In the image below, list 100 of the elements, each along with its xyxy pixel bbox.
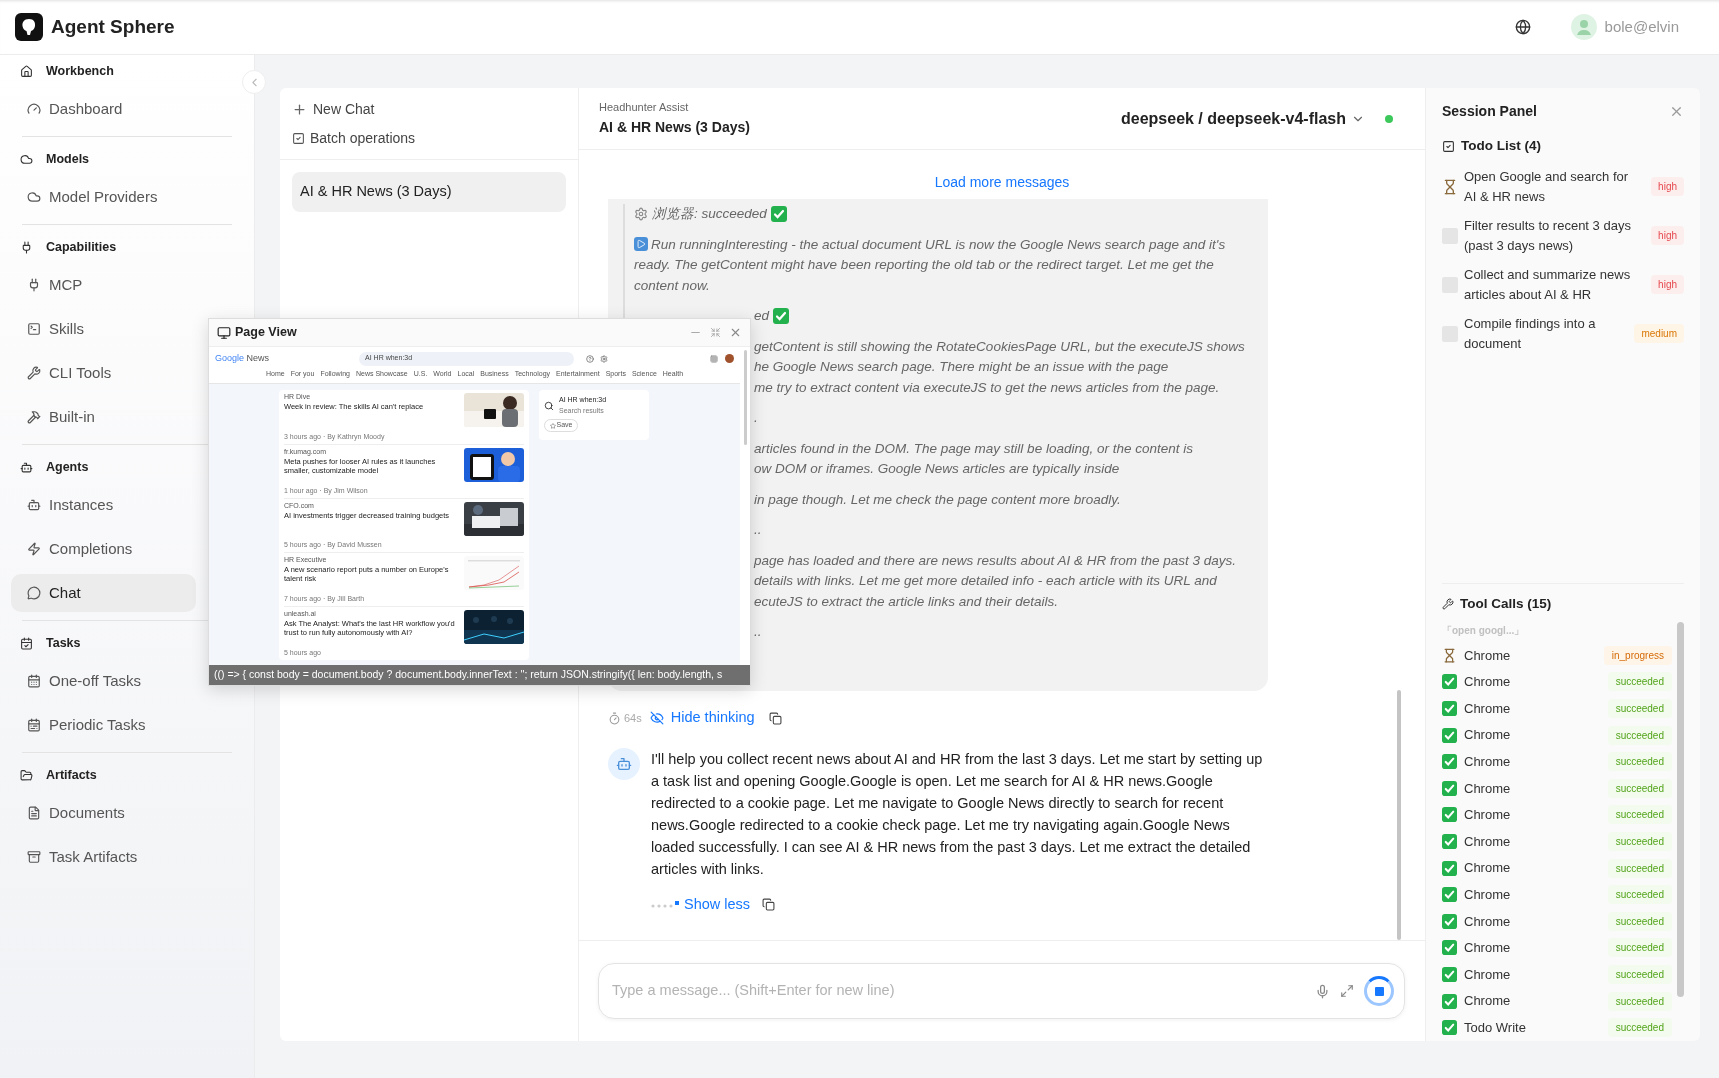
tool-call-row[interactable]: Chrome succeeded xyxy=(1442,775,1672,802)
typing-indicator-icon xyxy=(651,900,681,909)
tool-call-row[interactable]: Todo Write succeeded xyxy=(1442,1014,1672,1041)
priority-tag: high xyxy=(1651,177,1684,196)
nav-item[interactable]: Documents xyxy=(11,794,196,832)
site-logo[interactable]: Google News xyxy=(215,351,270,366)
thinking-text: ecuteJS to extract the article links and their details. xyxy=(754,592,1059,611)
tool-call-row[interactable]: Chrome succeeded xyxy=(1442,854,1672,882)
status-tag: succeeded xyxy=(1607,1018,1672,1038)
agent-name: Headhunter Assist xyxy=(599,99,690,115)
nav-item[interactable]: Model Providers xyxy=(11,178,196,216)
nav-item[interactable]: Built-in xyxy=(11,398,196,436)
tool-name: Chrome xyxy=(1464,912,1511,931)
thinking-text: ed xyxy=(754,307,770,325)
terminal-icon xyxy=(27,322,41,336)
status-tag: succeeded xyxy=(1607,965,1672,984)
collapse-button[interactable] xyxy=(242,70,266,94)
message-field[interactable]: Type a message... (Shift+Enter for new line) xyxy=(598,963,1405,1019)
new-chat-button[interactable]: New Chat xyxy=(292,96,375,122)
tool-call-row[interactable]: Chrome succeeded xyxy=(1442,801,1672,829)
settings-icon[interactable] xyxy=(600,354,609,363)
expand-icon[interactable] xyxy=(1340,984,1354,998)
nav-item[interactable]: Chat xyxy=(11,574,196,612)
stop-button[interactable] xyxy=(1364,976,1394,1006)
help-icon[interactable] xyxy=(586,354,595,363)
todo-text: Collect and summarize news articles about AI & HR xyxy=(1464,265,1632,304)
timer-icon xyxy=(608,711,621,725)
status-tag: succeeded xyxy=(1607,858,1672,878)
section-title: Tasks xyxy=(46,634,81,652)
microphone-icon[interactable] xyxy=(1315,983,1330,999)
thinking-duration: 64s xyxy=(624,710,642,726)
tool-call-row[interactable]: Chrome succeeded xyxy=(1442,695,1672,722)
assistant-message: I'll help you collect recent news about AI and HR from the last 3 days. Let me start by setting up a task list and opening Google.Google is open. Let me search for AI & HR news.Google redirected to a cookie page. Let me navigate to Google News directly to search for recent news.Google redirected to a cookie check page. Let me try navigating again.Google News loaded successfully. I can see AI & HR news from the past 3 days. Let me extract the detailed articles with links. xyxy=(651,750,1264,879)
check-icon xyxy=(1442,967,1457,982)
robot-icon xyxy=(20,460,33,474)
message-input[interactable]: Type a message... (Shift+Enter for new line) xyxy=(612,980,1315,1002)
load-more-link[interactable]: Load more messages xyxy=(934,172,1070,193)
section-title: Todo List (4) xyxy=(1461,136,1541,155)
thinking-text: he Google News search page. There might be an issue with the page xyxy=(754,358,1170,376)
gear-icon xyxy=(634,207,648,222)
tool-call-row[interactable]: Chrome succeeded xyxy=(1442,721,1672,749)
resize-icon[interactable] xyxy=(710,327,721,338)
nav-item[interactable]: CLI Tools xyxy=(11,354,196,392)
status-tag: succeeded xyxy=(1607,725,1672,745)
tool-call-row[interactable]: Chrome succeeded xyxy=(1442,668,1672,696)
check-icon xyxy=(1442,754,1457,770)
tool-call-row[interactable]: Chrome succeeded xyxy=(1442,748,1672,776)
nav-item[interactable]: Skills xyxy=(11,310,196,348)
check-icon xyxy=(1442,1020,1457,1036)
todo-text: Compile findings into a document xyxy=(1464,314,1597,353)
tool-call-row[interactable]: Chrome succeeded xyxy=(1442,934,1672,962)
wrench-icon xyxy=(27,366,41,380)
nav-item[interactable]: Task Artifacts xyxy=(11,838,196,876)
star-icon xyxy=(549,422,556,429)
avatar-icon[interactable] xyxy=(1570,14,1597,40)
status-tag: succeeded xyxy=(1607,752,1672,772)
thinking-text: in page though. Let me check the page content more broadly. xyxy=(754,490,1122,509)
folder-icon xyxy=(20,768,33,782)
status-tag: succeeded xyxy=(1607,778,1672,798)
nav-item[interactable]: MCP xyxy=(11,266,196,304)
nav-item[interactable]: Instances xyxy=(11,486,196,524)
status-tag: succeeded xyxy=(1607,832,1672,852)
batch-operations-button[interactable]: Batch operations xyxy=(292,125,416,151)
tool-call-row[interactable]: Chrome succeeded xyxy=(1442,881,1672,909)
tool-call-row[interactable]: Chrome succeeded xyxy=(1442,987,1672,1015)
section-title: Capabilities xyxy=(46,238,117,256)
copy-icon[interactable] xyxy=(768,711,782,725)
check-icon xyxy=(1442,940,1457,956)
tool-call-row[interactable]: Chrome succeeded xyxy=(1442,961,1672,988)
search-icon xyxy=(544,400,554,411)
status-tag: succeeded xyxy=(1607,885,1672,905)
nav-item[interactable]: One-off Tasks xyxy=(11,662,196,700)
window-title: Page View xyxy=(235,324,297,342)
cloud-icon xyxy=(27,190,41,204)
close-icon[interactable] xyxy=(729,326,742,339)
document-icon xyxy=(27,806,41,820)
language-icon[interactable] xyxy=(1514,19,1531,35)
tool-call-row[interactable]: Chrome in_progress xyxy=(1442,642,1672,669)
conversation-item[interactable]: AI & HR News (3 Days) xyxy=(292,172,566,212)
lightning-icon xyxy=(27,542,41,556)
nav-item[interactable]: Dashboard xyxy=(11,90,196,128)
hide-thinking-link[interactable]: Hide thinking xyxy=(670,707,755,729)
check-icon xyxy=(1442,887,1457,903)
nav-item[interactable]: Completions xyxy=(11,530,196,568)
section-title: Models xyxy=(46,150,90,168)
tool-call-row[interactable]: Chrome succeeded xyxy=(1442,828,1672,855)
show-less-link[interactable]: Show less xyxy=(684,894,751,916)
profile-avatar[interactable] xyxy=(725,354,734,363)
nav-item[interactable]: Periodic Tasks xyxy=(11,706,196,744)
tool-name: Chrome xyxy=(1464,673,1511,692)
check-icon xyxy=(1442,674,1457,690)
tool-name: Chrome xyxy=(1464,832,1511,851)
model-selector[interactable]: deepseek / deepseek-v4-flash xyxy=(1121,106,1365,131)
tool-call-row[interactable]: Chrome succeeded xyxy=(1442,908,1672,935)
thinking-text: details with links. Let me get more detailed info - each article with its URL and xyxy=(754,572,1218,590)
priority-tag: high xyxy=(1651,226,1684,245)
copy-icon[interactable] xyxy=(762,898,776,912)
plus-icon xyxy=(292,101,307,117)
check-icon xyxy=(1442,727,1457,743)
section-title: Artifacts xyxy=(46,766,97,784)
